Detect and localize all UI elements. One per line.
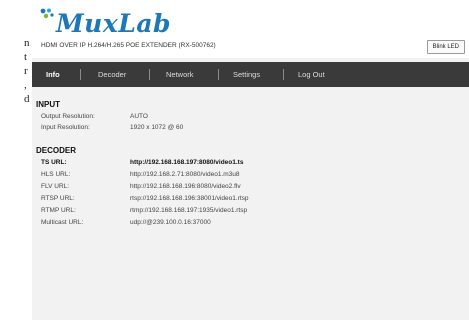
nav-tab-logout[interactable]: Log Out: [298, 62, 325, 87]
flv-url-value: http://192.168.168.196:8080/video2.flv: [130, 183, 241, 190]
ts-url-label: TS URL:: [41, 159, 67, 166]
input-resolution-label: Input Resolution:: [41, 124, 90, 131]
fragment-char: t: [24, 51, 28, 63]
nav-tab-decoder[interactable]: Decoder: [98, 62, 126, 87]
nav-separator: [149, 69, 150, 80]
hls-url-value: http://192.168.2.71:8080/video1.m3u8: [130, 171, 240, 178]
product-name: HDMI OVER IP H.264/H.265 POE EXTENDER (R…: [41, 42, 216, 49]
fragment-char: d: [24, 93, 30, 105]
nav-separator: [80, 69, 81, 80]
rtmp-url-label: RTMP URL:: [41, 207, 76, 214]
multicast-url-value: udp://@239.100.0.16:37000: [130, 219, 211, 226]
multicast-url-label: Multicast URL:: [41, 219, 84, 226]
nav-tab-info[interactable]: Info: [46, 62, 60, 87]
header: MuxLab HDMI OVER IP H.264/H.265 POE EXTE…: [32, 0, 469, 58]
nav-tab-settings[interactable]: Settings: [233, 62, 260, 87]
decoder-section-title: DECODER: [36, 146, 77, 155]
output-resolution-value: AUTO: [130, 113, 148, 120]
rtsp-url-label: RTSP URL:: [41, 195, 75, 202]
brand-logo: MuxLab: [40, 8, 210, 40]
main-nav: Info Decoder Network Settings Log Out: [32, 62, 469, 87]
nav-separator: [218, 69, 219, 80]
rtsp-url-value: rtsp://192.168.168.196:38001/video1.rtsp: [130, 195, 249, 202]
left-page-fragment: n t r , d: [0, 0, 32, 320]
web-ui-screenshot: MuxLab HDMI OVER IP H.264/H.265 POE EXTE…: [32, 0, 469, 320]
nav-separator: [283, 69, 284, 80]
logo-text: MuxLab: [56, 9, 172, 38]
input-resolution-value: 1920 x 1072 @ 60: [130, 124, 184, 131]
fragment-char: n: [24, 37, 30, 49]
fragment-char: ,: [24, 79, 27, 91]
nav-tab-network[interactable]: Network: [166, 62, 194, 87]
input-section-title: INPUT: [36, 100, 60, 109]
ts-url-value: http://192.168.168.197:8080/video1.ts: [130, 159, 244, 166]
blink-led-button[interactable]: Blink LED: [426, 40, 465, 54]
fragment-char: r: [24, 65, 28, 77]
output-resolution-label: Output Resolution:: [41, 113, 95, 120]
flv-url-label: FLV URL:: [41, 183, 70, 190]
rtmp-url-value: rtmp://192.168.168.197:1935/video1.rtsp: [130, 207, 248, 214]
hls-url-label: HLS URL:: [41, 171, 71, 178]
